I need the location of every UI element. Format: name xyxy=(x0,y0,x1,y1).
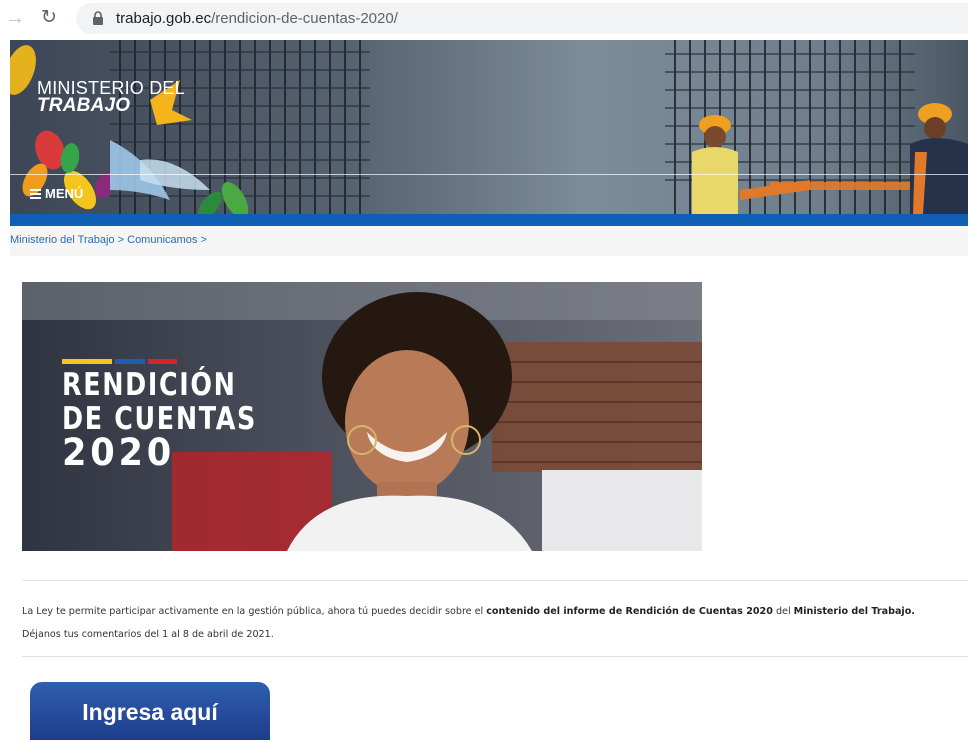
breadcrumb-separator: > xyxy=(200,234,207,246)
reload-icon[interactable]: ↻ xyxy=(38,6,60,30)
forward-arrow-icon[interactable]: → xyxy=(4,6,26,30)
menu-label: MENÚ xyxy=(45,186,84,201)
breadcrumb-item-comunicamos[interactable]: Comunicamos xyxy=(127,234,197,246)
url-domain: trabajo.gob.ec xyxy=(116,10,212,27)
browser-toolbar: → ↻ trabajo.gob.ec/rendicion-de-cuentas-… xyxy=(0,0,968,38)
address-bar[interactable]: trabajo.gob.ec/rendicion-de-cuentas-2020… xyxy=(76,3,968,34)
url-path: /rendicion-de-cuentas-2020/ xyxy=(211,10,398,27)
content-divider-bottom xyxy=(22,656,968,657)
intro-bold2: Ministerio del Trabajo. xyxy=(793,606,915,617)
header-blue-strip xyxy=(10,214,968,226)
intro-text: La Ley te permite participar activamente… xyxy=(22,600,966,646)
breadcrumb-bar: Ministerio del Trabajo > Comunicamos > xyxy=(10,226,968,256)
menu-button[interactable]: MENÚ xyxy=(30,186,83,201)
ministry-logo[interactable]: MINISTERIO DEL TRABAJO xyxy=(37,79,185,116)
intro-line2: Déjanos tus comentarios del 1 al 8 de ab… xyxy=(22,629,274,640)
ecuador-flag-stripe xyxy=(62,359,177,364)
intro-line1: La Ley te permite participar activamente… xyxy=(22,600,966,623)
rendicion-banner-image: RENDICIÓN DE CUENTAS 2020 xyxy=(22,282,702,551)
ingresa-aqui-button[interactable]: Ingresa aquí xyxy=(30,682,270,740)
content-divider-top xyxy=(22,580,968,581)
lock-icon xyxy=(93,11,103,25)
intro-part1: La Ley te permite participar activamente… xyxy=(22,606,487,617)
banner-title-line1: RENDICIÓN xyxy=(62,367,237,403)
intro-part2: del xyxy=(772,606,794,617)
header-background-image xyxy=(10,40,968,214)
logo-line2: TRABAJO xyxy=(37,95,131,116)
header-divider xyxy=(10,174,968,175)
breadcrumb-item-ministerio[interactable]: Ministerio del Trabajo xyxy=(10,234,115,246)
banner-title-year: 2020 xyxy=(62,431,176,474)
banner-title: RENDICIÓN DE CUENTAS 2020 xyxy=(62,367,300,474)
url-text: trabajo.gob.ec/rendicion-de-cuentas-2020… xyxy=(116,10,398,27)
site-header: MINISTERIO DEL TRABAJO MENÚ xyxy=(10,40,968,214)
hamburger-icon xyxy=(30,189,41,199)
breadcrumb-separator: > xyxy=(117,234,125,246)
breadcrumb: Ministerio del Trabajo > Comunicamos > xyxy=(10,234,207,246)
intro-bold1: contenido del informe de Rendición de Cu… xyxy=(486,606,773,617)
